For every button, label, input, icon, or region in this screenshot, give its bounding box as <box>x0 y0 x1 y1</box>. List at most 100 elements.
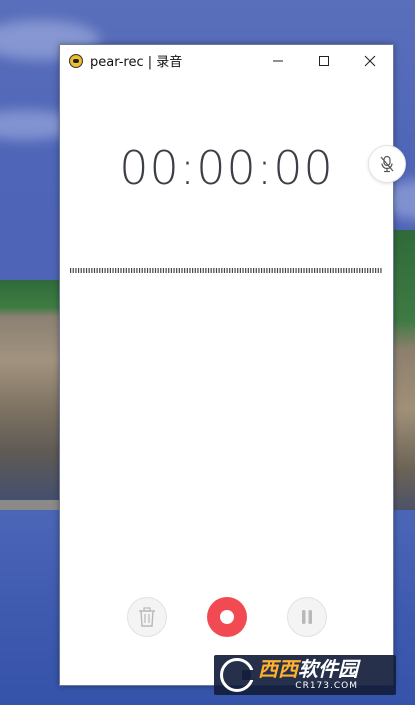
waveform-bar <box>125 268 127 273</box>
waveform-bar <box>231 268 234 273</box>
waveform-bar <box>237 268 239 273</box>
waveform-bar <box>335 268 337 273</box>
waveform-bar <box>324 268 326 273</box>
watermark-sub: CR173.COM <box>295 681 358 691</box>
waveform-bar <box>380 268 382 273</box>
waveform-bar <box>205 268 207 273</box>
waveform-bar <box>70 268 72 273</box>
waveform-bar <box>80 268 82 273</box>
waveform-bar <box>306 268 308 273</box>
watermark-main-2: 软件园 <box>298 657 358 681</box>
waveform-bar <box>284 268 287 273</box>
waveform-bar <box>213 268 215 273</box>
waveform-bar <box>268 268 271 273</box>
waveform-bar <box>165 268 167 273</box>
waveform-bar <box>332 268 334 273</box>
waveform-bar <box>345 268 348 273</box>
watermark-text: 西西软件园 CR173.COM <box>258 659 358 691</box>
waveform-bar <box>242 268 244 273</box>
waveform-bar <box>85 268 88 273</box>
waveform-bar <box>104 268 106 273</box>
waveform-bar <box>226 268 228 273</box>
waveform-bar <box>154 268 157 273</box>
waveform-bar <box>189 268 191 273</box>
waveform-bar <box>229 268 231 273</box>
waveform-bar <box>128 268 130 273</box>
title-bar[interactable]: pear-rec | 录音 <box>60 45 393 76</box>
cliff-right <box>394 230 415 530</box>
waveform-bar <box>221 268 223 273</box>
waveform-bar <box>290 268 292 273</box>
pause-button[interactable] <box>287 597 327 637</box>
waveform-bar <box>168 268 170 273</box>
waveform-bar <box>295 268 297 273</box>
waveform-bar <box>88 268 90 273</box>
waveform-bar <box>112 268 114 273</box>
recording-timer: 00:00:00 <box>119 141 334 195</box>
waveform-bar <box>271 268 273 273</box>
waveform-bar <box>115 268 117 273</box>
waveform-bar <box>298 268 300 273</box>
close-button[interactable] <box>347 45 393 76</box>
waveform-bar <box>176 268 178 273</box>
waveform-bar <box>223 268 226 273</box>
waveform-bar <box>253 268 255 273</box>
minimize-icon <box>273 60 283 61</box>
waveform-bar <box>319 268 321 273</box>
waveform-bar <box>91 268 93 273</box>
waveform-bar <box>83 268 85 273</box>
waveform-bar <box>321 268 324 273</box>
minimize-button[interactable] <box>255 45 301 76</box>
waveform-bar <box>117 268 119 273</box>
waveform-bar <box>146 268 149 273</box>
waveform-bar <box>120 268 122 273</box>
waveform-bar <box>75 268 77 273</box>
maximize-button[interactable] <box>301 45 347 76</box>
mic-toggle-button[interactable] <box>368 145 406 183</box>
waveform-bar <box>162 268 165 273</box>
waveform-bar <box>160 268 162 273</box>
waveform-bar <box>247 268 249 273</box>
waveform-bar <box>109 268 111 273</box>
waveform-bar <box>149 268 151 273</box>
waveform-bar <box>274 268 276 273</box>
waveform-bar <box>133 268 135 273</box>
waveform-bar <box>152 268 154 273</box>
waveform-bar <box>351 268 353 273</box>
waveform-bar <box>263 268 265 273</box>
waveform-bar <box>340 268 342 273</box>
waveform-bar <box>202 268 204 273</box>
waveform-bar <box>99 268 101 273</box>
waveform-bar <box>184 268 186 273</box>
mic-off-icon <box>380 155 394 173</box>
record-button[interactable] <box>207 597 247 637</box>
waveform-bar <box>369 268 371 273</box>
waveform-bar <box>361 268 363 273</box>
waveform-bar <box>337 268 340 273</box>
waveform-bar <box>287 268 289 273</box>
watermark-main-1: 西西 <box>258 657 298 681</box>
waveform-bar <box>303 268 305 273</box>
waveform-bar <box>93 268 96 273</box>
waveform-bar <box>266 268 268 273</box>
waveform-bar <box>207 268 210 273</box>
waveform-bar <box>215 268 218 273</box>
waveform-bar <box>260 268 263 273</box>
waveform-bar <box>194 268 196 273</box>
waveform-bar <box>144 268 146 273</box>
recorder-controls <box>60 597 393 641</box>
waveform-bar <box>173 268 175 273</box>
waveform-bar <box>107 268 109 273</box>
waveform-bar <box>197 268 199 273</box>
waveform-bar <box>353 268 356 273</box>
waveform-bar <box>131 268 133 273</box>
audio-waveform <box>70 268 382 273</box>
maximize-icon <box>319 55 329 66</box>
record-icon <box>220 610 234 624</box>
waveform-bar <box>157 268 159 273</box>
waveform-bar <box>186 268 188 273</box>
trash-icon <box>139 607 155 627</box>
waveform-bar <box>123 268 125 273</box>
waveform-bar <box>329 268 332 273</box>
delete-button[interactable] <box>127 597 167 637</box>
